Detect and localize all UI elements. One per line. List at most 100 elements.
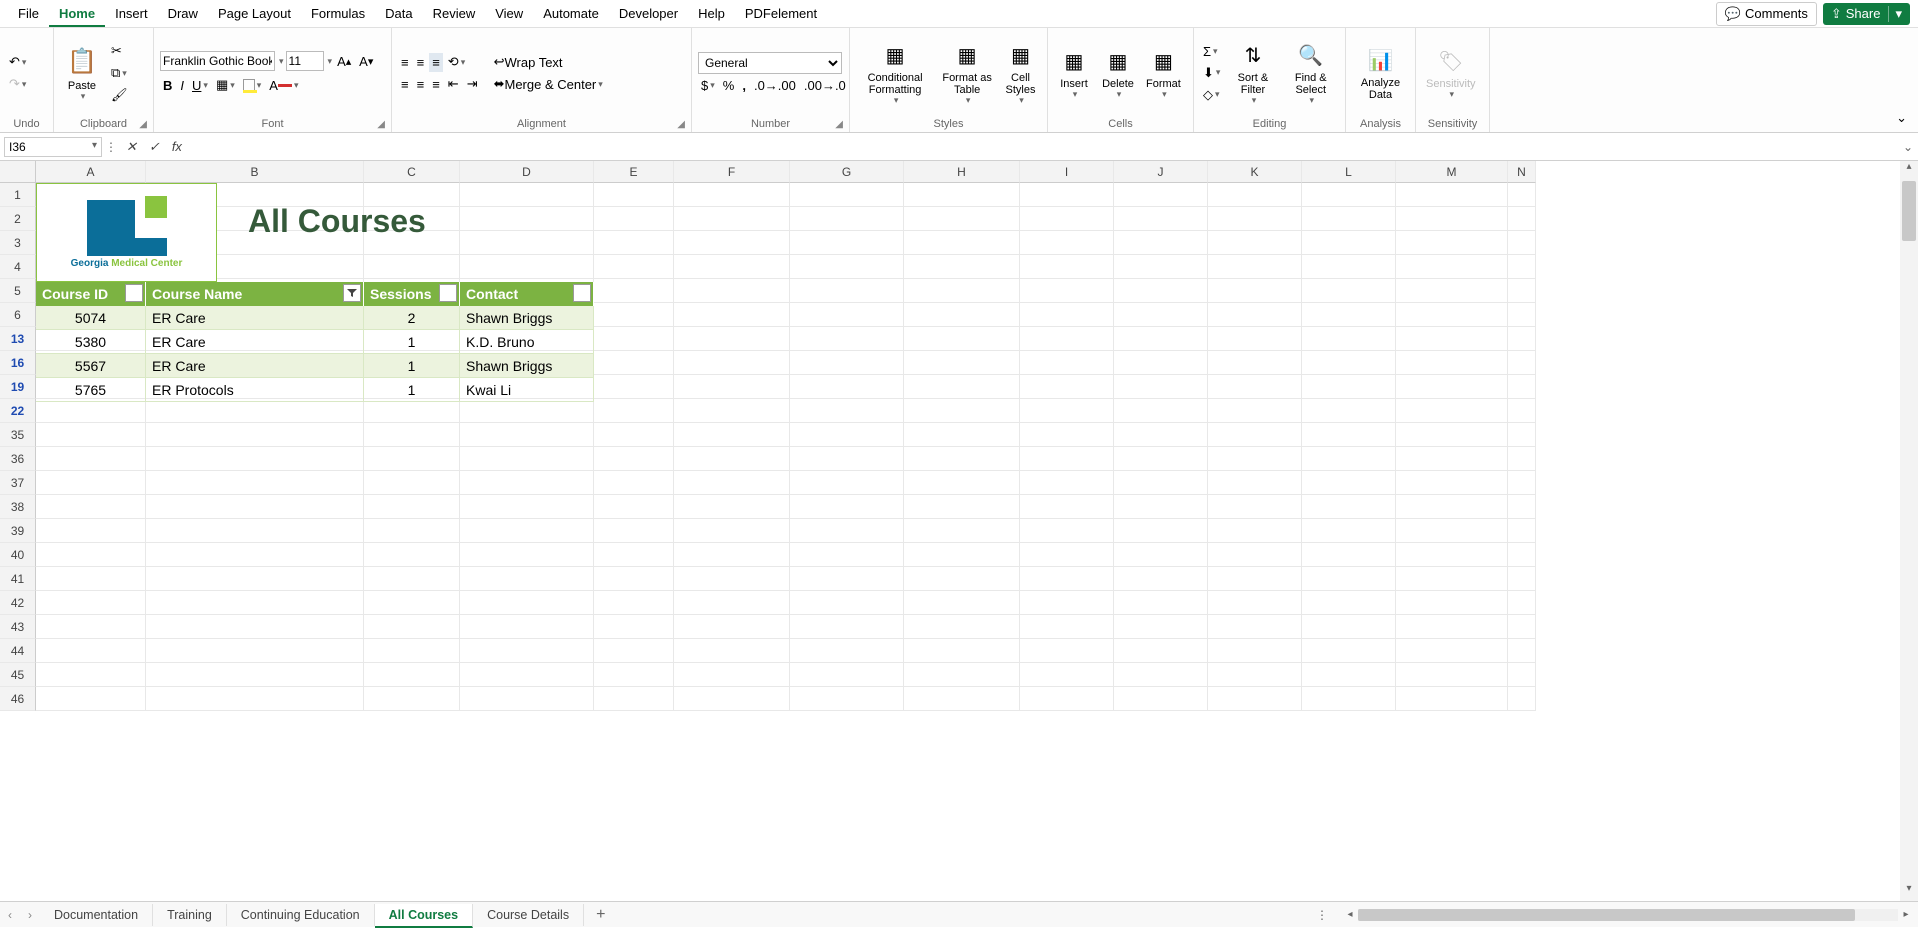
cell[interactable] [1020,423,1114,447]
cell[interactable] [790,207,904,231]
conditional-formatting-button[interactable]: ▦Conditional Formatting▾ [856,38,934,108]
menu-developer[interactable]: Developer [609,2,688,25]
cell[interactable] [594,351,674,375]
insert-function-button[interactable]: fx [166,139,188,154]
align-right-button[interactable]: ≡ [429,75,443,94]
table-cell[interactable]: Shawn Briggs [460,354,594,378]
fill-color-button[interactable]: ▾ [240,77,265,93]
cell[interactable] [1508,351,1536,375]
hscroll-left-button[interactable]: ◂ [1342,909,1358,920]
cell[interactable] [146,567,364,591]
cell[interactable] [1396,519,1508,543]
cell[interactable] [1396,615,1508,639]
cell[interactable] [790,327,904,351]
font-size-dropdown-icon[interactable]: ▾ [328,56,333,67]
cell[interactable] [36,447,146,471]
cell[interactable] [364,615,460,639]
cell[interactable] [674,519,790,543]
cell[interactable] [1020,567,1114,591]
cell[interactable] [594,543,674,567]
cell[interactable] [1020,663,1114,687]
cell[interactable] [674,279,790,303]
cell[interactable] [674,231,790,255]
row-header-2[interactable]: 2 [0,207,36,231]
cell[interactable] [1302,423,1396,447]
table-cell[interactable]: 5765 [36,378,146,402]
cell[interactable] [460,519,594,543]
borders-button[interactable]: ▦ ▾ [213,75,238,95]
cell[interactable] [1020,447,1114,471]
align-top-button[interactable]: ≡ [398,53,412,72]
cell[interactable] [904,303,1020,327]
cell[interactable] [1020,231,1114,255]
row-header-38[interactable]: 38 [0,495,36,519]
cell[interactable] [674,615,790,639]
cell[interactable] [790,663,904,687]
cell[interactable] [790,231,904,255]
cell[interactable] [1508,543,1536,567]
cell[interactable] [36,567,146,591]
cell[interactable] [1114,183,1208,207]
cell[interactable] [1208,399,1302,423]
cell[interactable] [1396,303,1508,327]
cell[interactable] [1020,375,1114,399]
table-cell[interactable]: ER Care [146,354,364,378]
cell[interactable] [1114,615,1208,639]
cell[interactable] [674,375,790,399]
column-header-A[interactable]: A [36,161,146,183]
cell[interactable] [1020,543,1114,567]
cell[interactable] [594,183,674,207]
cell[interactable] [364,255,460,279]
cell[interactable] [364,519,460,543]
underline-button[interactable]: U ▾ [189,76,211,95]
cell[interactable] [1114,351,1208,375]
cell[interactable] [790,543,904,567]
cell[interactable] [790,255,904,279]
cell[interactable] [1302,543,1396,567]
cell[interactable] [594,231,674,255]
cell[interactable] [674,687,790,711]
cell[interactable] [594,471,674,495]
clear-button[interactable]: ◇ ▾ [1200,85,1223,105]
cell[interactable] [1508,423,1536,447]
number-format-select[interactable]: General [698,52,842,74]
cell[interactable] [364,591,460,615]
cell[interactable] [1208,495,1302,519]
cell[interactable] [790,519,904,543]
cell[interactable] [674,183,790,207]
merge-center-button[interactable]: ⬌ Merge & Center ▾ [491,74,606,94]
cell[interactable] [674,495,790,519]
cell[interactable] [1302,639,1396,663]
cell[interactable] [146,471,364,495]
cell[interactable] [1114,543,1208,567]
cell[interactable] [364,663,460,687]
cell[interactable] [904,495,1020,519]
cell[interactable] [146,615,364,639]
row-header-45[interactable]: 45 [0,663,36,687]
cell[interactable] [1396,207,1508,231]
cell[interactable] [146,423,364,447]
share-button[interactable]: ⇪ Share ▾ [1823,3,1910,25]
cell[interactable] [1396,447,1508,471]
cell[interactable] [1508,231,1536,255]
cell[interactable] [1208,351,1302,375]
format-as-table-button[interactable]: ▦Format as Table▾ [938,38,996,108]
cell[interactable] [1302,567,1396,591]
cell[interactable] [36,519,146,543]
cell[interactable] [460,399,594,423]
cell[interactable] [674,327,790,351]
column-header-C[interactable]: C [364,161,460,183]
comma-format-button[interactable]: , [739,76,749,95]
insert-cells-button[interactable]: ▦Insert▾ [1054,44,1094,102]
wrap-text-button[interactable]: ↩ Wrap Text [491,52,606,72]
table-cell[interactable]: ER Care [146,330,364,354]
table-cell[interactable]: 2 [364,306,460,330]
cell[interactable] [594,447,674,471]
cell[interactable] [146,519,364,543]
cell[interactable] [674,543,790,567]
cell[interactable] [1114,639,1208,663]
cell[interactable] [790,279,904,303]
cell[interactable] [790,183,904,207]
table-row[interactable]: 5567ER Care1Shawn Briggs [36,354,594,378]
vertical-scroll-thumb[interactable] [1902,181,1916,241]
